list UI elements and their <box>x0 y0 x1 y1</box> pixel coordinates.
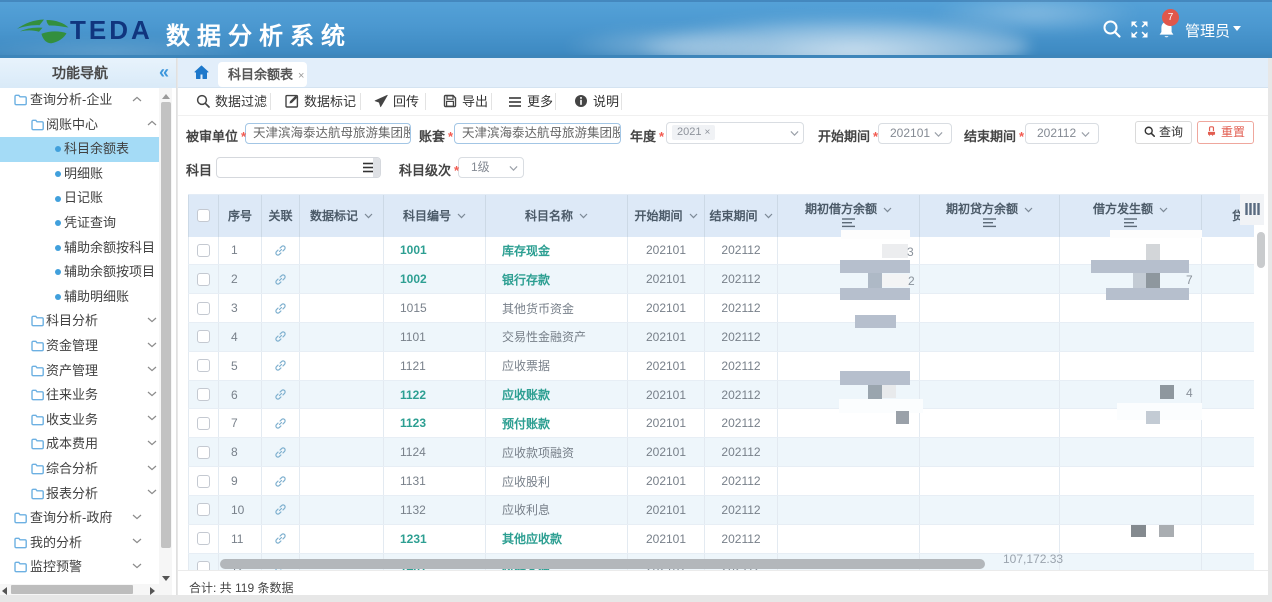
svg-text:TEDA: TEDA <box>70 15 153 45</box>
